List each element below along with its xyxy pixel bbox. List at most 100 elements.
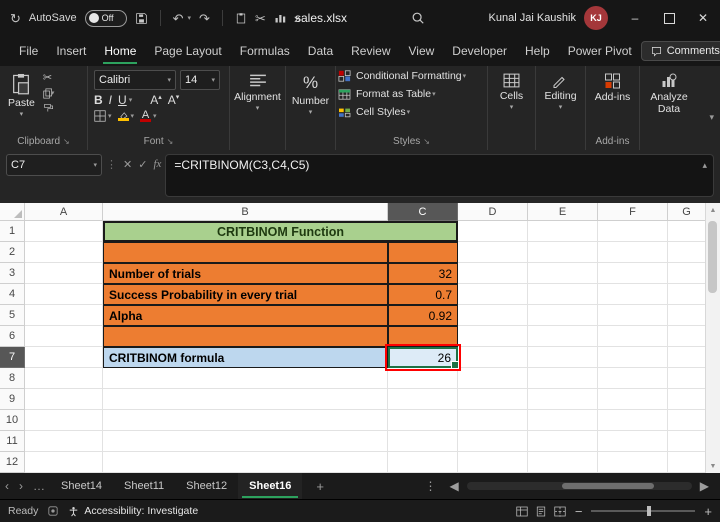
- col-header-b[interactable]: B: [103, 203, 388, 221]
- cell-c5[interactable]: 0.92: [388, 305, 458, 326]
- cells-button[interactable]: Cells ▾: [496, 70, 527, 115]
- cell-g8[interactable]: [668, 368, 706, 389]
- tab-insert[interactable]: Insert: [47, 38, 95, 64]
- sheet-list-ellipsis-icon[interactable]: …: [28, 473, 50, 499]
- row-header-6[interactable]: 6: [0, 326, 25, 347]
- cell-b5[interactable]: Alpha: [103, 305, 388, 326]
- enter-icon[interactable]: ✓: [138, 158, 147, 171]
- cell-e7[interactable]: [528, 347, 598, 368]
- cell-d12[interactable]: [458, 452, 528, 473]
- cell-d11[interactable]: [458, 431, 528, 452]
- cell-c2[interactable]: [388, 242, 458, 263]
- row-header-10[interactable]: 10: [0, 410, 25, 431]
- row-header-1[interactable]: 1: [0, 221, 25, 242]
- hscroll-left-icon[interactable]: ◀: [445, 479, 464, 493]
- cell-b10[interactable]: [103, 410, 388, 431]
- name-box[interactable]: C7 ▾: [6, 154, 102, 176]
- tab-power-pivot[interactable]: Power Pivot: [559, 38, 641, 64]
- tab-help[interactable]: Help: [516, 38, 559, 64]
- cell-e1[interactable]: [528, 221, 598, 242]
- cell-f1[interactable]: [598, 221, 668, 242]
- zoom-in-icon[interactable]: +: [704, 504, 712, 519]
- cell-f6[interactable]: [598, 326, 668, 347]
- borders-button[interactable]: [94, 110, 106, 122]
- save-icon[interactable]: [135, 12, 148, 25]
- alignment-button[interactable]: Alignment ▾: [230, 70, 285, 116]
- hscroll-track[interactable]: [466, 482, 692, 490]
- font-color-button[interactable]: A: [140, 110, 152, 122]
- cell-f3[interactable]: [598, 263, 668, 284]
- cell-f4[interactable]: [598, 284, 668, 305]
- cell-d5[interactable]: [458, 305, 528, 326]
- cell-f12[interactable]: [598, 452, 668, 473]
- macro-record-icon[interactable]: [48, 506, 58, 516]
- cell-b8[interactable]: [103, 368, 388, 389]
- cell-a3[interactable]: [25, 263, 103, 284]
- hscroll-thumb[interactable]: [561, 483, 654, 489]
- cell-e6[interactable]: [528, 326, 598, 347]
- sheet-nav-right-icon[interactable]: ›: [14, 473, 28, 499]
- cell-b9[interactable]: [103, 389, 388, 410]
- cell-c9[interactable]: [388, 389, 458, 410]
- cell-g11[interactable]: [668, 431, 706, 452]
- cell-c4[interactable]: 0.7: [388, 284, 458, 305]
- avatar[interactable]: KJ: [584, 6, 608, 30]
- close-button[interactable]: ✕: [686, 0, 720, 36]
- cell-b2[interactable]: [103, 242, 388, 263]
- font-color-dropdown-icon[interactable]: ▾: [153, 112, 157, 120]
- col-header-c[interactable]: C: [388, 203, 458, 221]
- cell-a6[interactable]: [25, 326, 103, 347]
- editing-button[interactable]: Editing ▾: [540, 70, 580, 115]
- select-all-corner[interactable]: [0, 203, 25, 221]
- autosave-toggle[interactable]: Off: [84, 9, 127, 27]
- normal-view-icon[interactable]: [516, 506, 528, 517]
- analyze-data-button[interactable]: Analyze Data: [644, 70, 694, 118]
- row-header-7[interactable]: 7: [0, 347, 25, 368]
- row-header-11[interactable]: 11: [0, 431, 25, 452]
- cell-d1[interactable]: [458, 221, 528, 242]
- cell-e11[interactable]: [528, 431, 598, 452]
- cell-g1[interactable]: [668, 221, 706, 242]
- cell-g2[interactable]: [668, 242, 706, 263]
- paste-button[interactable]: Paste ▾: [4, 70, 39, 122]
- chart-icon[interactable]: [274, 12, 286, 24]
- bold-button[interactable]: B: [94, 93, 103, 107]
- cell-g10[interactable]: [668, 410, 706, 431]
- row-header-3[interactable]: 3: [0, 263, 25, 284]
- cell-c11[interactable]: [388, 431, 458, 452]
- col-header-e[interactable]: E: [528, 203, 598, 221]
- cell-d7[interactable]: [458, 347, 528, 368]
- cell-e3[interactable]: [528, 263, 598, 284]
- tab-data[interactable]: Data: [299, 38, 342, 64]
- cell-g12[interactable]: [668, 452, 706, 473]
- vertical-scrollbar[interactable]: ▲ ▼: [705, 203, 720, 473]
- cell-d9[interactable]: [458, 389, 528, 410]
- cell-d10[interactable]: [458, 410, 528, 431]
- cell-a5[interactable]: [25, 305, 103, 326]
- format-as-table-button[interactable]: Format as Table ▾: [336, 86, 487, 102]
- cell-a1[interactable]: [25, 221, 103, 242]
- cell-d2[interactable]: [458, 242, 528, 263]
- cell-e5[interactable]: [528, 305, 598, 326]
- formula-bar-collapse-icon[interactable]: ▴: [702, 160, 707, 171]
- page-break-view-icon[interactable]: [554, 506, 566, 517]
- cell-g5[interactable]: [668, 305, 706, 326]
- col-header-f[interactable]: F: [598, 203, 668, 221]
- cell-b3[interactable]: Number of trials: [103, 263, 388, 284]
- document-title[interactable]: sales.xlsx: [295, 11, 347, 25]
- tab-home[interactable]: Home: [95, 38, 145, 64]
- cut-button[interactable]: ✂: [43, 73, 55, 84]
- vertical-scroll-thumb[interactable]: [708, 221, 717, 293]
- cell-f10[interactable]: [598, 410, 668, 431]
- format-painter-button[interactable]: [43, 103, 55, 113]
- cell-f9[interactable]: [598, 389, 668, 410]
- cell-d8[interactable]: [458, 368, 528, 389]
- collapse-ribbon-icon[interactable]: ▾: [709, 112, 714, 123]
- kebab-icon[interactable]: ⋮: [420, 479, 442, 493]
- minimize-button[interactable]: –: [618, 0, 652, 36]
- cell-c6[interactable]: [388, 326, 458, 347]
- col-header-d[interactable]: D: [458, 203, 528, 221]
- insert-function-icon[interactable]: fx: [153, 158, 161, 170]
- zoom-slider-knob[interactable]: [647, 506, 652, 516]
- cell-a10[interactable]: [25, 410, 103, 431]
